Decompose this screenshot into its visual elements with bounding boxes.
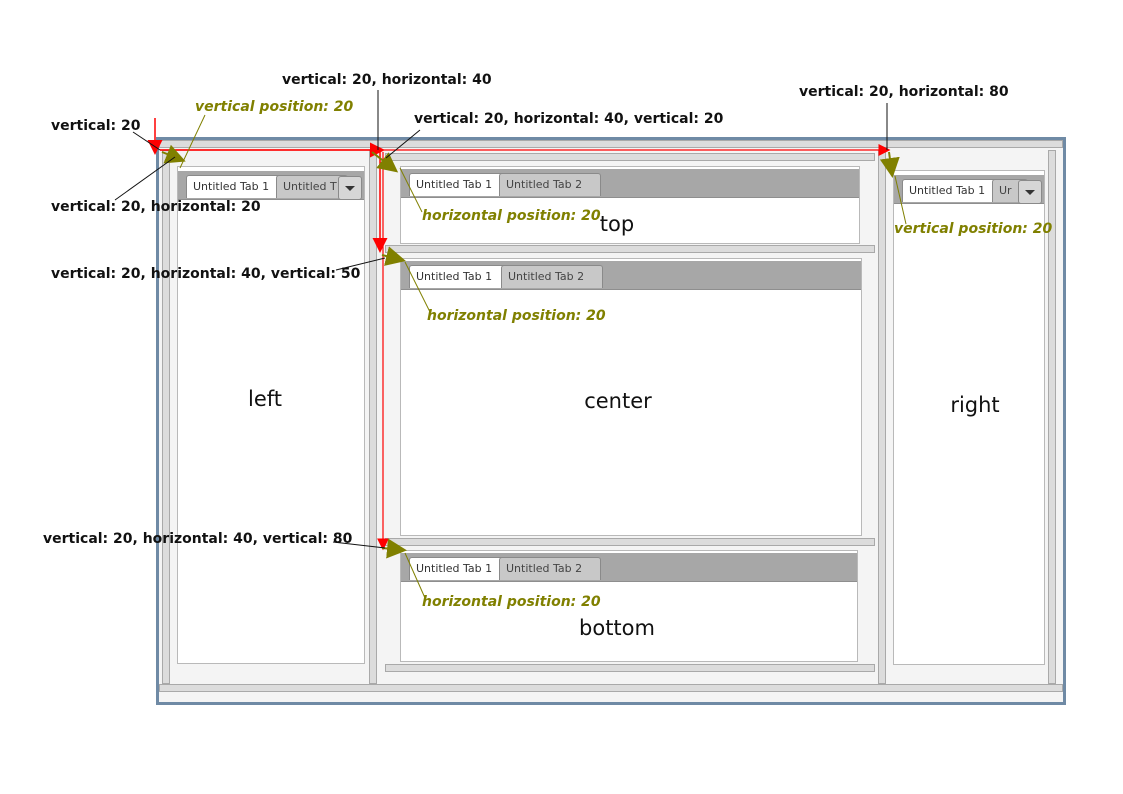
annotation-v20-h40-v50: vertical: 20, horizontal: 40, vertical: … bbox=[51, 266, 361, 282]
annotation-v20: vertical: 20 bbox=[51, 118, 141, 134]
annotation-v20-h20: vertical: 20, horizontal: 20 bbox=[51, 199, 261, 215]
annotation-horizontal-position-top: horizontal position: 20 bbox=[422, 208, 601, 224]
annotation-vertical-position-left: vertical position: 20 bbox=[195, 99, 354, 115]
annotation-vertical-position-right: vertical position: 20 bbox=[894, 221, 1053, 237]
annotation-v20-h40-v80: vertical: 20, horizontal: 40, vertical: … bbox=[43, 531, 353, 547]
olive-arrow-bottom bbox=[381, 538, 407, 559]
olive-arrow-center bbox=[381, 246, 406, 266]
annotation-v20-h80: vertical: 20, horizontal: 80 bbox=[799, 84, 1009, 100]
annotation-horizontal-position-bottom: horizontal position: 20 bbox=[422, 594, 601, 610]
olive-arrow-right bbox=[879, 151, 900, 178]
annotation-v20-h40: vertical: 20, horizontal: 40 bbox=[282, 72, 492, 88]
annotation-horizontal-position-center: horizontal position: 20 bbox=[427, 308, 606, 324]
annotation-v20-h40-v20: vertical: 20, horizontal: 40, vertical: … bbox=[414, 111, 724, 127]
